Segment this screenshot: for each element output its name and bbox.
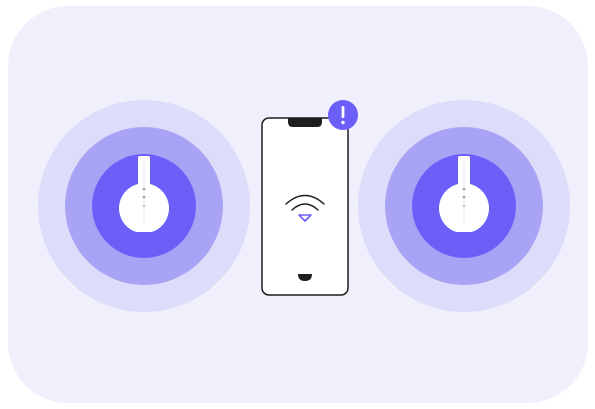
wifi-extender-icon: [119, 156, 169, 232]
smartphone-icon: [261, 117, 349, 296]
wifi-extender-icon: [439, 156, 489, 232]
phone-notch: [288, 118, 322, 127]
illustration-scene: [0, 0, 595, 409]
exclamation-icon: [328, 100, 358, 130]
